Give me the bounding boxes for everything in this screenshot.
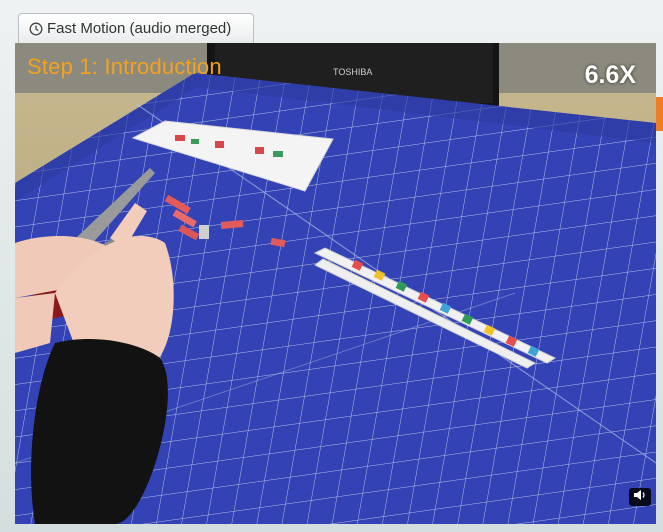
step-title: Step 1: Introduction (27, 54, 222, 79)
video-player[interactable]: TOSHIBA Step 1: Introduction 6.6X (15, 43, 656, 524)
clock-icon (29, 22, 43, 36)
video-frame: TOSHIBA (15, 43, 656, 524)
monitor-brand: TOSHIBA (333, 67, 372, 77)
speaker-icon (633, 488, 647, 506)
speed-indicator: 6.6X (584, 61, 636, 89)
volume-button[interactable] (629, 488, 651, 506)
tab-fast-motion[interactable]: Fast Motion (audio merged) (18, 13, 254, 43)
tab-label: Fast Motion (audio merged) (47, 20, 232, 37)
